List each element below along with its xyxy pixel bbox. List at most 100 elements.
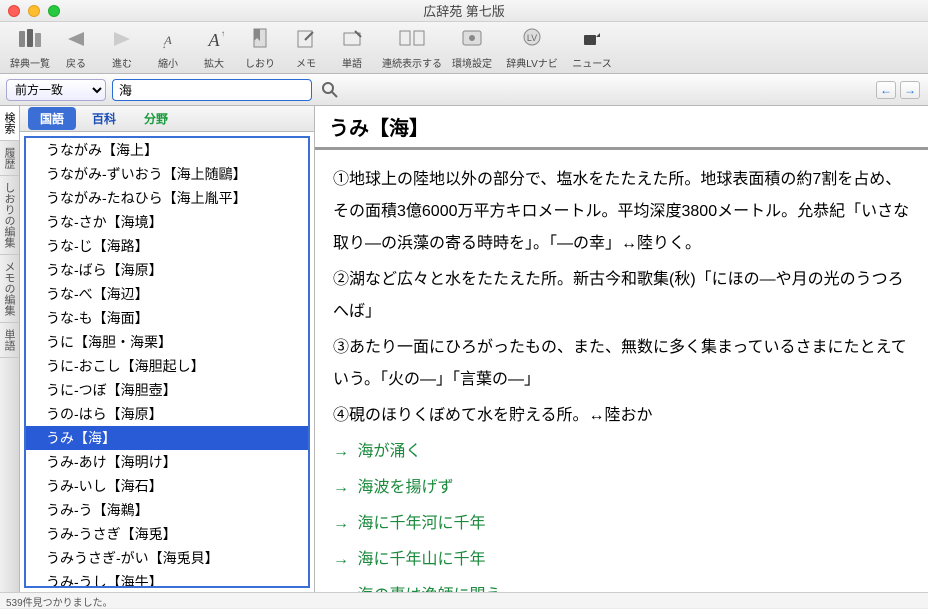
- nav-buttons: ← →: [876, 81, 920, 99]
- back-icon: [62, 25, 90, 53]
- list-item[interactable]: うの-はら【海原】: [26, 402, 308, 426]
- related-link[interactable]: → 海に千年河に千年: [333, 508, 910, 540]
- zoom-out-icon: A↓: [154, 25, 182, 53]
- related-link[interactable]: → 海に千年山に千年: [333, 544, 910, 576]
- svg-text:LV: LV: [527, 33, 537, 43]
- list-item[interactable]: うみ【海】: [26, 426, 308, 450]
- search-button[interactable]: [318, 78, 342, 102]
- related-link[interactable]: → 海が涌く: [333, 436, 910, 468]
- list-item[interactable]: うな-も【海面】: [26, 306, 308, 330]
- definition-line: ③あたり一面にひろがったもの、また、無数に多く集まっているさまにたとえていう。「…: [333, 332, 910, 396]
- svg-text:A: A: [208, 30, 221, 50]
- list-item[interactable]: うに【海胆・海栗】: [26, 330, 308, 354]
- toolbar-label: 辞典LVナビ: [506, 55, 558, 70]
- toolbar-label: 縮小: [158, 55, 178, 70]
- magnify-icon: [320, 80, 340, 100]
- toolbar: 辞典一覧戻る進むA↓縮小A↑拡大しおりメモ単語連続表示する環境設定LV辞典LVナ…: [0, 22, 928, 74]
- toolbar-continuous-button[interactable]: 連続表示する: [376, 25, 448, 70]
- window-title: 広辞苑 第七版: [423, 1, 505, 20]
- toolbar-zoom-in-button[interactable]: A↑ 拡大: [192, 25, 236, 70]
- bookmark-icon: [246, 25, 274, 53]
- toolbar-label: 戻る: [66, 55, 86, 70]
- side-tab-1[interactable]: 履歴: [0, 141, 19, 176]
- definition-line: ②湖など広々と水をたたえた所。新古今和歌集(秋)「にほの―や月の光のうつろへば」: [333, 264, 910, 328]
- nav-back-button[interactable]: ←: [876, 81, 896, 99]
- word-icon: [338, 25, 366, 53]
- zoom-icon[interactable]: [48, 5, 60, 17]
- toolbar-label: メモ: [296, 55, 316, 70]
- definition-pane[interactable]: うみ【海】 ①地球上の陸地以外の部分で、塩水をたたえた所。地球表面積の約7割を占…: [315, 106, 928, 592]
- toolbar-forward-button[interactable]: 進む: [100, 25, 144, 70]
- status-bar: 539件見つかりました。: [0, 592, 928, 608]
- list-item[interactable]: うに-つぼ【海胆壺】: [26, 378, 308, 402]
- side-tabs: 検索履歴しおりの編集メモの編集単語: [0, 106, 20, 592]
- list-item[interactable]: うな-さか【海境】: [26, 210, 308, 234]
- side-tab-4[interactable]: 単語: [0, 323, 19, 358]
- toolbar-word-button[interactable]: 単語: [330, 25, 374, 70]
- main-area: 検索履歴しおりの編集メモの編集単語 国語 百科 分野 うながみ【海上】うながみ-…: [0, 106, 928, 592]
- toolbar-zoom-out-button[interactable]: A↓ 縮小: [146, 25, 190, 70]
- side-tab-3[interactable]: メモの編集: [0, 255, 19, 323]
- list-item[interactable]: うな-べ【海辺】: [26, 282, 308, 306]
- settings-icon: [458, 25, 486, 53]
- list-item[interactable]: うな-ばら【海原】: [26, 258, 308, 282]
- tab-bunya[interactable]: 分野: [132, 107, 180, 130]
- toolbar-label: しおり: [245, 55, 275, 70]
- toolbar-news-button[interactable]: ニュース: [570, 25, 614, 70]
- list-item[interactable]: うみ-うし【海牛】: [26, 570, 308, 588]
- minimize-icon[interactable]: [28, 5, 40, 17]
- toolbar-books-button[interactable]: 辞典一覧: [8, 25, 52, 70]
- navi-icon: LV: [518, 25, 546, 53]
- list-item[interactable]: うみ-いし【海石】: [26, 474, 308, 498]
- toolbar-label: 単語: [342, 55, 362, 70]
- books-icon: [16, 25, 44, 53]
- search-input[interactable]: [112, 79, 312, 101]
- related-link[interactable]: → 海波を揚げず: [333, 472, 910, 504]
- zoom-in-icon: A↑: [200, 25, 228, 53]
- list-item[interactable]: うみうさぎ-がい【海兎貝】: [26, 546, 308, 570]
- continuous-icon: [398, 25, 426, 53]
- news-icon: [578, 25, 606, 53]
- toolbar-navi-button[interactable]: LV 辞典LVナビ: [496, 25, 568, 70]
- results-list[interactable]: うながみ【海上】うながみ-ずいおう【海上随鷗】うながみ-たねひら【海上胤平】うな…: [24, 136, 310, 588]
- toolbar-back-button[interactable]: 戻る: [54, 25, 98, 70]
- toolbar-label: 拡大: [204, 55, 224, 70]
- category-tabs: 国語 百科 分野: [20, 106, 314, 132]
- arrow-icon: →: [333, 443, 349, 460]
- window-controls: [8, 5, 60, 17]
- side-tab-0[interactable]: 検索: [0, 106, 19, 141]
- list-item[interactable]: うながみ-ずいおう【海上随鷗】: [26, 162, 308, 186]
- side-tab-2[interactable]: しおりの編集: [0, 176, 19, 255]
- list-item[interactable]: うみ-うさぎ【海兎】: [26, 522, 308, 546]
- toolbar-memo-button[interactable]: メモ: [284, 25, 328, 70]
- list-item[interactable]: うながみ【海上】: [26, 138, 308, 162]
- list-item[interactable]: うに-おこし【海胆起し】: [26, 354, 308, 378]
- results-pane: 国語 百科 分野 うながみ【海上】うながみ-ずいおう【海上随鷗】うながみ-たねひ…: [20, 106, 315, 592]
- toolbar-label: ニュース: [572, 55, 612, 70]
- toolbar-label: 辞典一覧: [10, 55, 50, 70]
- match-mode-select[interactable]: 前方一致: [6, 79, 106, 101]
- list-item[interactable]: うながみ-たねひら【海上胤平】: [26, 186, 308, 210]
- arrow-icon: →: [333, 515, 349, 532]
- tab-hyakka[interactable]: 百科: [80, 107, 128, 130]
- nav-forward-button[interactable]: →: [900, 81, 920, 99]
- arrow-icon: →: [333, 551, 349, 568]
- toolbar-bookmark-button[interactable]: しおり: [238, 25, 282, 70]
- list-item[interactable]: うみ-う【海鵜】: [26, 498, 308, 522]
- svg-text:↓: ↓: [162, 41, 166, 50]
- toolbar-label: 連続表示する: [382, 55, 442, 70]
- related-link[interactable]: → 海の事は漁師に問え: [333, 580, 910, 592]
- search-bar: 前方一致 ← →: [0, 74, 928, 106]
- titlebar: 広辞苑 第七版: [0, 0, 928, 22]
- toolbar-settings-button[interactable]: 環境設定: [450, 25, 494, 70]
- toolbar-label: 進む: [112, 55, 132, 70]
- svg-text:↑: ↑: [221, 29, 225, 38]
- close-icon[interactable]: [8, 5, 20, 17]
- definition-line: ④硯のほりくぼめて水を貯える所。↔陸おか: [333, 400, 910, 432]
- list-item[interactable]: うな-じ【海路】: [26, 234, 308, 258]
- forward-icon: [108, 25, 136, 53]
- entry-heading: うみ【海】: [315, 106, 928, 150]
- tab-kokugo[interactable]: 国語: [28, 107, 76, 130]
- list-item[interactable]: うみ-あけ【海明け】: [26, 450, 308, 474]
- memo-icon: [292, 25, 320, 53]
